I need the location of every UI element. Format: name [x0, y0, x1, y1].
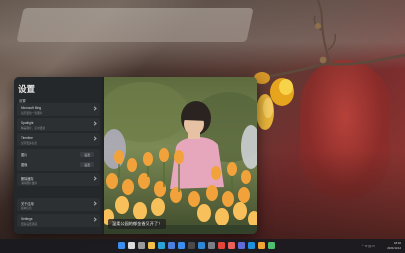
store-2-icon[interactable] — [218, 242, 225, 249]
browser-icon[interactable] — [258, 242, 265, 249]
setting-title: 图片 — [21, 153, 28, 157]
setting-spotlight[interactable]: Spotlight 精美图片，实时更新 — [17, 118, 100, 131]
window-title: 设置 — [18, 84, 36, 94]
setting-timeline[interactable]: Timeline 显示更多信息 — [17, 133, 100, 146]
setting-title: Timeline — [21, 136, 33, 140]
setting-desc: 更多设置选项 — [21, 223, 38, 226]
setting-desc: 精美图片，实时更新 — [21, 127, 46, 130]
setting-bing[interactable]: Microsoft Bing 每天更新一张图片 — [17, 103, 100, 116]
setting-desc: 每天更新一张图片 — [21, 112, 43, 115]
setting-more[interactable]: Settings 更多设置选项 — [17, 214, 100, 227]
chevron-right-icon — [92, 106, 97, 111]
wallpaper-preview-image: 温柔公园的郁金香又开了！ — [104, 77, 257, 234]
music-icon[interactable] — [228, 242, 235, 249]
clock[interactable]: 18:40 2021/11/12 — [387, 241, 401, 250]
chevron-right-icon — [92, 217, 97, 222]
setting-value-select[interactable]: 设置 — [80, 162, 94, 167]
setting-title: Microsoft Bing — [21, 106, 42, 110]
chevron-right-icon — [92, 136, 97, 141]
task-view-icon[interactable] — [138, 242, 145, 249]
photos-icon[interactable] — [198, 242, 205, 249]
terminal-icon[interactable] — [188, 242, 195, 249]
setting-title: Settings — [21, 217, 33, 221]
preview-photo — [104, 77, 257, 234]
settings-window: 设置 设置 Microsoft Bing 每天更新一张图片 Spotlight … — [14, 77, 257, 234]
preview-caption: 温柔公园的郁金香又开了！ — [108, 219, 167, 229]
mail-icon[interactable] — [178, 242, 185, 249]
chevron-right-icon — [92, 176, 97, 181]
setting-about[interactable]: 关于应用 版本信息 — [17, 198, 100, 211]
settings-panel: 设置 设置 Microsoft Bing 每天更新一张图片 Spotlight … — [14, 77, 102, 234]
app-icon[interactable] — [268, 242, 275, 249]
setting-desc: 清除图片缓存 — [21, 182, 38, 185]
windows-start-icon[interactable] — [118, 242, 125, 249]
setting-desc: 版本信息 — [21, 207, 32, 210]
setting-group-image: 图片 设置 图像 设置 — [17, 149, 100, 171]
chevron-right-icon — [92, 201, 97, 206]
search-icon[interactable] — [128, 242, 135, 249]
settings-app-icon[interactable] — [208, 242, 215, 249]
setting-title: Spotlight — [21, 121, 34, 125]
edge-icon[interactable] — [158, 242, 165, 249]
setting-cache[interactable]: 删除缓存 清除图片缓存 — [17, 173, 100, 186]
taskbar: ⌃ ᯤ ))) ▭ 18:40 2021/11/12 — [0, 239, 405, 253]
wallpaper-roof — [16, 8, 254, 42]
chat-icon[interactable] — [238, 242, 245, 249]
file-explorer-icon[interactable] — [148, 242, 155, 249]
clock-date: 2021/11/12 — [387, 245, 401, 250]
system-tray-icons[interactable]: ⌃ ᯤ ))) ▭ — [361, 244, 375, 248]
chevron-right-icon — [92, 121, 97, 126]
store-icon[interactable] — [168, 242, 175, 249]
setting-value-select[interactable]: 设置 — [80, 152, 94, 157]
vscode-icon[interactable] — [248, 242, 255, 249]
setting-desc: 显示更多信息 — [21, 142, 38, 145]
setting-title: 图像 — [21, 163, 28, 167]
